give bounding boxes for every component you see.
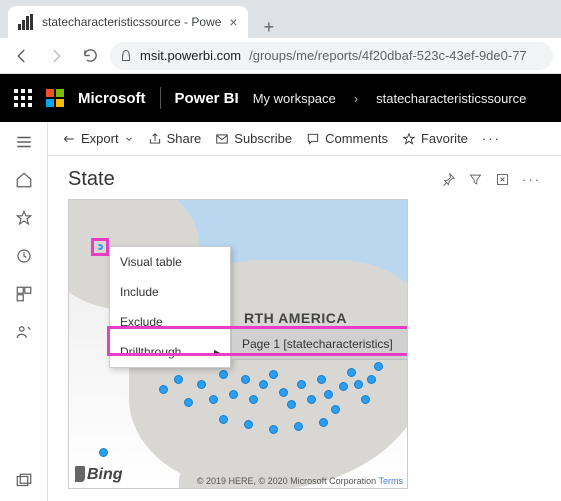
- map-visual[interactable]: RTH AMERICA: [68, 199, 408, 489]
- share-button[interactable]: Share: [148, 131, 202, 146]
- reload-button[interactable]: [76, 42, 104, 70]
- star-icon[interactable]: [14, 208, 34, 228]
- lock-icon: [120, 49, 132, 63]
- filter-icon[interactable]: [468, 172, 483, 187]
- favicon-bars-icon: [18, 14, 34, 30]
- continent-label: RTH AMERICA: [244, 310, 347, 326]
- terms-link[interactable]: Terms: [379, 476, 404, 486]
- back-button[interactable]: [8, 42, 36, 70]
- shared-icon[interactable]: [14, 322, 34, 342]
- report-toolbar: Export Share Subscribe Comments Favorite…: [48, 122, 561, 156]
- visual-title: State: [68, 168, 115, 191]
- browser-tab[interactable]: statecharacteristicssource - Powe ×: [8, 6, 248, 38]
- export-icon: [62, 132, 76, 146]
- reload-icon: [82, 47, 99, 64]
- home-icon[interactable]: [14, 170, 34, 190]
- apps-icon[interactable]: [14, 284, 34, 304]
- mail-icon: [215, 132, 229, 146]
- map-copyright: © 2019 HERE, © 2020 Microsoft Corporatio…: [197, 476, 403, 486]
- menu-icon[interactable]: [14, 132, 34, 152]
- favorite-label: Favorite: [421, 131, 468, 146]
- selected-point-highlight: [91, 238, 109, 256]
- visual-more-button[interactable]: ···: [522, 172, 541, 187]
- report-canvas: State ··· RTH AMERICA: [48, 156, 561, 501]
- bing-logo: Bing: [75, 466, 123, 484]
- comments-label: Comments: [325, 131, 388, 146]
- tab-close-icon[interactable]: ×: [229, 14, 237, 30]
- new-tab-button[interactable]: +: [258, 17, 281, 38]
- subscribe-label: Subscribe: [234, 131, 292, 146]
- arrow-right-icon: [47, 47, 65, 65]
- microsoft-label: Microsoft: [78, 90, 146, 107]
- left-rail: [0, 122, 48, 501]
- export-button[interactable]: Export: [62, 131, 134, 146]
- highlight-annotation: [107, 326, 408, 356]
- comment-icon: [306, 132, 320, 146]
- toolbar-more-button[interactable]: ···: [482, 131, 501, 146]
- url-path: /groups/me/reports/4f20dbaf-523c-43ef-9d…: [249, 48, 527, 63]
- clock-icon[interactable]: [14, 246, 34, 266]
- favorite-button[interactable]: Favorite: [402, 131, 468, 146]
- forward-button[interactable]: [42, 42, 70, 70]
- breadcrumb-report[interactable]: statecharacteristicssource: [376, 91, 526, 106]
- workspaces-icon[interactable]: [14, 471, 34, 491]
- header-divider: [160, 87, 161, 109]
- tab-title: statecharacteristicssource - Powe: [42, 15, 221, 29]
- pin-icon[interactable]: [441, 172, 456, 187]
- export-label: Export: [81, 131, 119, 146]
- ctx-include[interactable]: Include: [110, 277, 230, 307]
- subscribe-button[interactable]: Subscribe: [215, 131, 292, 146]
- share-label: Share: [167, 131, 202, 146]
- share-icon: [148, 132, 162, 146]
- chevron-down-icon: [124, 134, 134, 144]
- app-header: Microsoft Power BI My workspace › statec…: [0, 74, 561, 122]
- chevron-right-icon: ›: [350, 91, 362, 106]
- microsoft-logo-icon: [46, 89, 64, 107]
- comments-button[interactable]: Comments: [306, 131, 388, 146]
- breadcrumb-workspace[interactable]: My workspace: [253, 91, 336, 106]
- url-host: msit.powerbi.com: [140, 48, 241, 63]
- arrow-left-icon: [13, 47, 31, 65]
- browser-tab-strip: statecharacteristicssource - Powe × +: [0, 0, 561, 38]
- ctx-visual-table[interactable]: Visual table: [110, 247, 230, 277]
- product-name[interactable]: Power BI: [175, 90, 239, 107]
- app-launcher-icon[interactable]: [14, 89, 32, 107]
- focus-icon[interactable]: [495, 172, 510, 187]
- url-input[interactable]: msit.powerbi.com/groups/me/reports/4f20d…: [110, 42, 553, 70]
- star-outline-icon: [402, 132, 416, 146]
- browser-address-bar: msit.powerbi.com/groups/me/reports/4f20d…: [0, 38, 561, 74]
